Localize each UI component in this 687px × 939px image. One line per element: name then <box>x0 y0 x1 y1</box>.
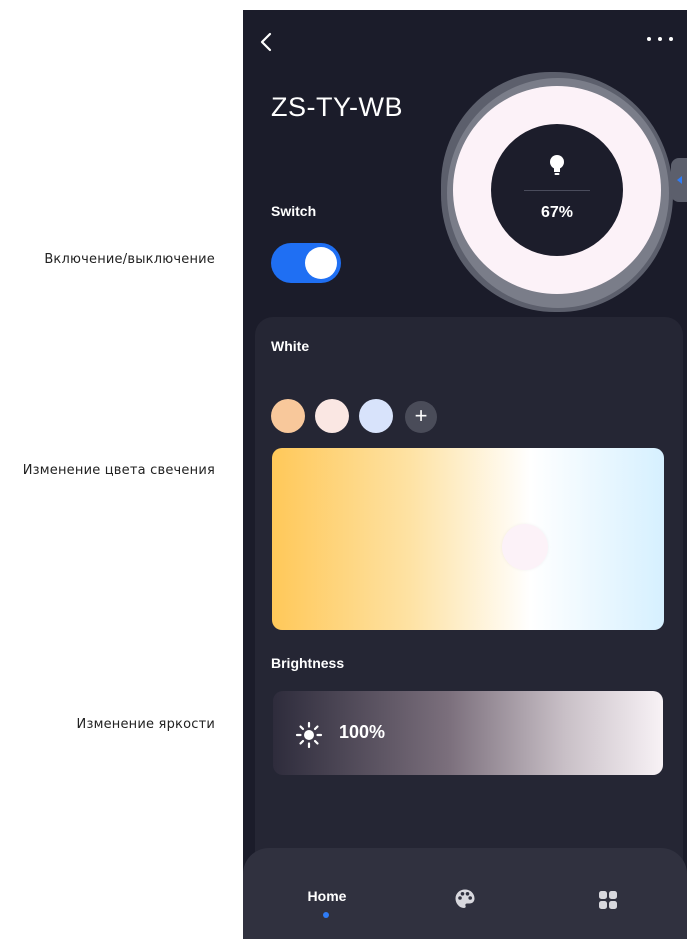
power-toggle[interactable] <box>271 243 341 283</box>
chevron-left-icon[interactable] <box>257 28 281 56</box>
brightness-dial[interactable]: 67% <box>453 86 661 294</box>
picker-handle[interactable] <box>502 524 548 570</box>
bottom-tab-bar: Home <box>243 848 687 939</box>
chevron-left-small-icon <box>677 176 682 184</box>
controls-card: White + Brightness 100% <box>255 317 683 877</box>
annotation-switch: Включение/выключение <box>44 252 215 267</box>
sun-icon <box>295 721 323 749</box>
side-drawer-handle[interactable] <box>671 158 687 202</box>
color-temperature-picker[interactable] <box>272 448 664 630</box>
tab-home[interactable]: Home <box>295 888 359 904</box>
phone-screen: ZS-TY-WB 67% Switch White + Brightness 1… <box>243 10 687 939</box>
preset-warm[interactable] <box>271 399 305 433</box>
dial-divider <box>524 190 590 191</box>
add-preset-button[interactable]: + <box>405 401 437 433</box>
brightness-value: 100% <box>339 722 386 742</box>
preset-cool[interactable] <box>359 399 393 433</box>
brightness-label: Brightness <box>271 655 345 671</box>
dial-value: 67% <box>540 204 574 221</box>
tab-active-indicator <box>323 912 329 918</box>
annotation-color: Изменение цвета свечения <box>22 463 215 478</box>
dial-center: 67% <box>491 124 623 256</box>
brightness-slider[interactable]: 100% <box>273 691 663 775</box>
switch-label: Switch <box>271 203 317 219</box>
bulb-icon <box>548 154 566 178</box>
preset-neutral[interactable] <box>315 399 349 433</box>
toggle-knob <box>305 247 337 279</box>
grid-icon[interactable] <box>598 890 618 910</box>
device-title: ZS-TY-WB <box>271 92 403 122</box>
more-dots-icon[interactable] <box>645 32 675 46</box>
palette-icon[interactable] <box>454 888 476 910</box>
white-section-label: White <box>271 338 310 354</box>
annotation-brightness: Изменение яркости <box>76 717 215 732</box>
